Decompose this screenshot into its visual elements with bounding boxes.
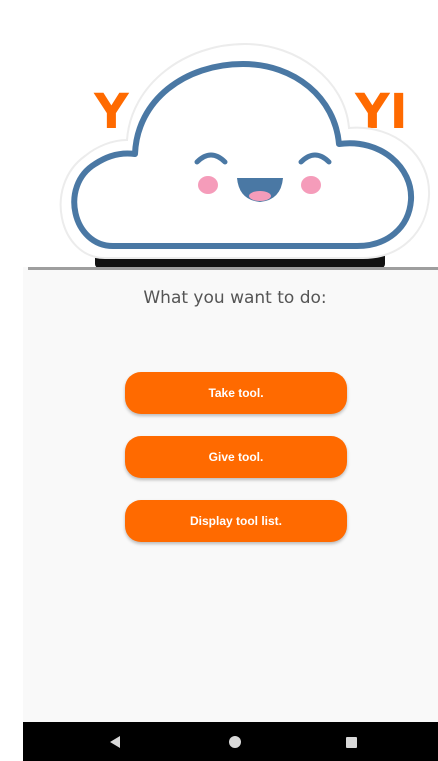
home-icon[interactable] (229, 736, 241, 748)
recents-icon[interactable] (346, 737, 357, 748)
system-navigation-bar (23, 722, 438, 761)
prompt-text: What you want to do: (143, 288, 327, 308)
take-tool-button[interactable]: Take tool. (125, 372, 347, 414)
header-divider (28, 267, 438, 270)
header-banner: Y YI (23, 8, 438, 267)
app-screen: Y YI What you want to do: Take tool. Giv… (23, 8, 438, 761)
cloud-mascot-icon (59, 42, 431, 259)
display-tool-list-button[interactable]: Display tool list. (125, 500, 347, 542)
give-tool-button[interactable]: Give tool. (125, 436, 347, 478)
back-icon[interactable] (110, 736, 120, 748)
